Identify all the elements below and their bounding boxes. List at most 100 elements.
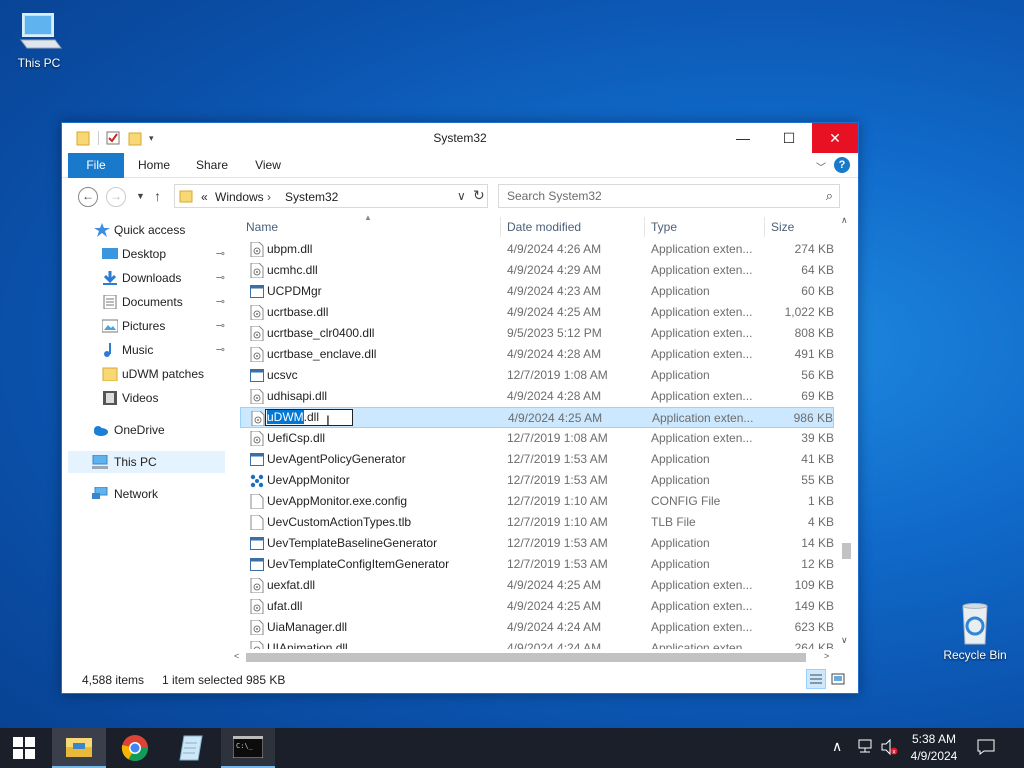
dll-file-icon [250,431,264,446]
file-row[interactable]: ucrtbase_enclave.dll 4/9/2024 4:28 AM Appl… [240,344,834,365]
scroll-down-icon[interactable]: ∨ [841,635,848,646]
address-dropdown-icon[interactable]: ∨ [457,189,466,203]
status-selection-size: 985 KB [246,673,286,687]
breadcrumb-system32[interactable]: System32 [285,190,338,204]
file-row[interactable]: ucmhc.dll 4/9/2024 4:29 AM Application ext… [240,260,834,281]
nav-item-desktop[interactable]: Desktop ⊸ [62,243,225,265]
file-name: UiaManager.dll [267,620,348,634]
column-separator[interactable] [500,217,501,237]
desktop-icon [102,248,118,259]
file-row[interactable]: UiaManager.dll 4/9/2024 4:24 AM Applicatio… [240,617,834,638]
file-row[interactable]: UevCustomActionTypes.tlb 12/7/2019 1:10 A… [240,512,834,533]
tab-file[interactable]: File [68,153,124,178]
taskbar-file-explorer[interactable] [52,728,106,768]
nav-quick-access[interactable]: Quick access [62,219,225,241]
file-row[interactable]: UefiCsp.dll 12/7/2019 1:08 AM Application … [240,428,834,449]
recent-locations-dropdown[interactable]: ▼ [136,191,145,201]
back-button[interactable]: ← [78,187,98,207]
file-row[interactable]: UevAppMonitor.exe.config 12/7/2019 1:10 A… [240,491,834,512]
nav-item-documents[interactable]: Documents ⊸ [62,291,225,313]
network-status-icon[interactable] [856,738,874,768]
notifications-button[interactable] [976,738,996,768]
minimize-button[interactable]: — [720,123,766,153]
taskbar-notepad[interactable] [164,728,218,768]
vertical-scrollbar[interactable]: ∧ ∨ [838,213,855,651]
clock[interactable]: 5:38 AM 4/9/2024 [902,731,966,768]
show-hidden-icons-chevron-icon[interactable]: ∧ [832,738,842,768]
nav-item-music[interactable]: Music ⊸ [62,339,225,361]
file-row[interactable]: UCPDMgr 4/9/2024 4:23 AM Application 60 KB [240,281,834,302]
file-name: ucrtbase.dll [267,305,329,319]
scroll-up-icon[interactable]: ∧ [841,215,848,226]
scroll-left-icon[interactable]: < [234,651,239,661]
pictures-icon [102,319,118,333]
horizontal-scroll-thumb[interactable] [246,653,806,662]
nav-item-videos[interactable]: Videos [62,387,225,409]
search-icon[interactable]: ⌕ [826,188,833,204]
taskbar-chrome[interactable] [108,728,162,768]
expand-ribbon-icon[interactable]: ﹀ [816,159,826,174]
start-button[interactable] [0,728,48,768]
desktop-this-pc-label: This PC [17,56,61,70]
column-header-date[interactable]: Date modified [507,213,581,241]
scroll-right-icon[interactable]: > [824,651,829,661]
horizontal-scrollbar[interactable]: < > [232,649,838,666]
up-button[interactable]: ↑ [154,188,161,204]
file-row[interactable]: ufat.dll 4/9/2024 4:25 AM Application exte… [240,596,834,617]
help-icon[interactable]: ? [834,157,850,173]
maximize-button[interactable]: ☐ [766,123,812,153]
download-icon [103,271,117,285]
address-bar[interactable]: « Windows › System32 ∨ ↻ [174,184,488,208]
title-bar[interactable]: ▾ System32 — ☐ ✕ [62,123,858,153]
file-row[interactable]: udhisapi.dll 4/9/2024 4:28 AM Application … [240,386,834,407]
file-size: 1 KB [807,494,834,508]
file-type: Application exten... [651,263,753,277]
column-separator[interactable] [644,217,645,237]
nav-item-downloads[interactable]: Downloads ⊸ [62,267,225,289]
file-row[interactable]: UevAppMonitor 12/7/2019 1:53 AM Applicatio… [240,470,834,491]
tab-view[interactable]: View [244,153,292,178]
nav-network[interactable]: Network [62,483,225,505]
file-row[interactable]: ucrtbase.dll 4/9/2024 4:25 AM Application … [240,302,834,323]
nav-item-pictures[interactable]: Pictures ⊸ [62,315,225,337]
file-row[interactable]: ucsvc 12/7/2019 1:08 AM Application 56 KB [240,365,834,386]
column-separator[interactable] [764,217,765,237]
nav-onedrive[interactable]: OneDrive [62,419,225,441]
desktop-recycle-bin-icon[interactable]: Recycle Bin [939,602,1011,662]
column-header-type[interactable]: Type [651,213,677,241]
close-button[interactable]: ✕ [812,123,858,153]
file-row[interactable]: ubpm.dll 4/9/2024 4:26 AM Application exte… [240,239,834,260]
onedrive-icon [94,426,108,436]
tab-home[interactable]: Home [128,153,180,178]
file-date: 4/9/2024 4:25 AM [508,411,603,425]
breadcrumb-separator[interactable]: › [267,190,271,204]
details-view-button[interactable] [806,669,826,689]
file-row[interactable]: UevTemplateBaselineGenerator 12/7/2019 1:… [240,533,834,554]
file-type: Application exten... [651,347,753,361]
taskbar-command-prompt[interactable]: C:\_ [221,728,275,768]
refresh-icon[interactable]: ↻ [473,187,489,204]
tab-share[interactable]: Share [186,153,238,178]
column-header-name[interactable]: Name [246,213,278,241]
breadcrumb-overflow[interactable]: « [201,190,208,204]
file-row[interactable]: ucrtbase_clr0400.dll 9/5/2023 5:12 PM Appl… [240,323,834,344]
forward-button[interactable]: → [106,187,126,207]
file-row[interactable]: UevAgentPolicyGenerator 12/7/2019 1:53 AM… [240,449,834,470]
star-icon [94,223,110,237]
file-row[interactable]: UevTemplateConfigItemGenerator 12/7/2019 … [240,554,834,575]
file-row[interactable]: uDWM.dll I 4/9/2024 4:25 AM Application ext… [240,407,834,428]
generic-file-icon [250,515,264,530]
large-icons-view-button[interactable] [828,669,848,689]
nav-this-pc[interactable]: This PC [68,451,225,473]
column-header-size[interactable]: Size [771,213,794,241]
command-prompt-icon: C:\_ [233,736,263,758]
file-row[interactable]: uexfat.dll 4/9/2024 4:25 AM Application ex… [240,575,834,596]
desktop-this-pc-icon[interactable]: This PC [3,10,75,70]
breadcrumb-windows[interactable]: Windows [215,190,264,204]
vertical-scroll-thumb[interactable] [842,543,851,559]
search-box[interactable]: ⌕ [498,184,840,208]
rename-input[interactable]: uDWM.dll [265,409,353,426]
nav-item-udwm-patches[interactable]: uDWM patches [62,363,225,385]
search-input[interactable] [499,185,799,207]
volume-icon[interactable]: x [880,738,898,768]
